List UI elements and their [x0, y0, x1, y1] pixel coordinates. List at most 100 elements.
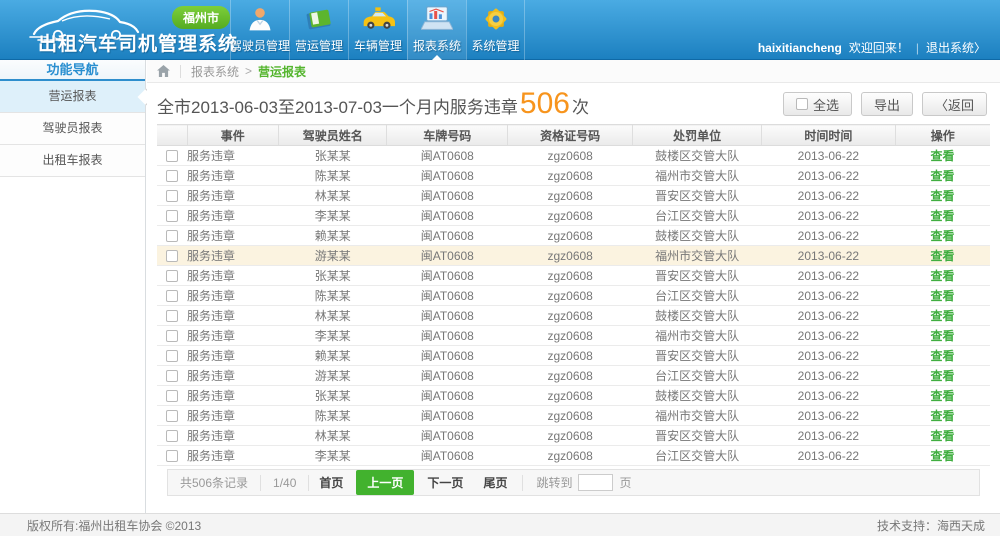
row-checkbox[interactable] [166, 410, 178, 422]
sidebar-item-driver-report[interactable]: 驾驶员报表 [0, 113, 145, 145]
event-cell: 服务违章 [187, 406, 279, 426]
table-row: 服务违章 张某某 闽AT0608 zgz0608 鼓楼区交管大队 2013-06… [157, 386, 990, 406]
event-cell: 服务违章 [187, 186, 279, 206]
date-cell: 2013-06-22 [762, 146, 895, 166]
event-cell: 服务违章 [187, 226, 279, 246]
export-button[interactable]: 导出 [861, 92, 913, 116]
nav-report-system[interactable]: 报表系统 [407, 0, 466, 60]
row-checkbox[interactable] [166, 250, 178, 262]
row-checkbox[interactable] [166, 370, 178, 382]
gear-icon [482, 1, 510, 37]
first-page-button[interactable]: 首页 [309, 474, 353, 491]
event-cell: 服务违章 [187, 166, 279, 186]
row-checkbox[interactable] [166, 290, 178, 302]
copyright-text: 版权所有:福州出租车协会 ©2013 [27, 517, 201, 534]
unit-cell: 台江区交管大队 [633, 446, 762, 466]
nav-vehicle-management[interactable]: 车辆管理 [348, 0, 407, 60]
driver-name-cell: 张某某 [279, 266, 387, 286]
view-link[interactable]: 查看 [930, 209, 954, 223]
view-link[interactable]: 查看 [930, 429, 954, 443]
jump-suffix: 页 [619, 474, 631, 491]
driver-name-cell: 陈某某 [279, 166, 387, 186]
column-punish-unit: 处罚单位 [633, 125, 762, 146]
unit-cell: 福州市交管大队 [633, 166, 762, 186]
support-text: 技术支持：海西天成 [877, 517, 985, 534]
cert-cell: zgz0608 [508, 346, 633, 366]
sidebar-title: 功能导航 [0, 60, 145, 81]
row-checkbox[interactable] [166, 230, 178, 242]
row-checkbox[interactable] [166, 170, 178, 182]
breadcrumb-section[interactable]: 报表系统 [191, 63, 239, 80]
view-link[interactable]: 查看 [930, 149, 954, 163]
driver-name-cell: 张某某 [279, 146, 387, 166]
cert-cell: zgz0608 [508, 226, 633, 246]
row-checkbox[interactable] [166, 310, 178, 322]
row-checkbox[interactable] [166, 210, 178, 222]
cert-cell: zgz0608 [508, 206, 633, 226]
driver-name-cell: 李某某 [279, 446, 387, 466]
jump-group: 跳转到 页 [522, 475, 631, 491]
row-checkbox[interactable] [166, 330, 178, 342]
checkbox-column-header [157, 125, 187, 146]
view-link[interactable]: 查看 [930, 409, 954, 423]
unit-cell: 晋安区交管大队 [633, 346, 762, 366]
sidebar-item-taxi-report[interactable]: 出租车报表 [0, 145, 145, 177]
view-link[interactable]: 查看 [930, 269, 954, 283]
top-header: 出租汽车司机管理系统 福州市 驾驶员管理 营运管理 车辆管理 报表系统 [0, 0, 1000, 60]
view-link[interactable]: 查看 [930, 369, 954, 383]
column-time: 时间时间 [762, 125, 895, 146]
view-link[interactable]: 查看 [930, 349, 954, 363]
view-link[interactable]: 查看 [930, 189, 954, 203]
logout-link[interactable]: 退出系统〉 [926, 39, 986, 56]
driver-name-cell: 陈某某 [279, 286, 387, 306]
nav-operation-management[interactable]: 营运管理 [289, 0, 348, 60]
select-all-checkbox[interactable] [796, 98, 808, 110]
plate-cell: 闽AT0608 [387, 386, 508, 406]
event-cell: 服务违章 [187, 446, 279, 466]
row-checkbox[interactable] [166, 190, 178, 202]
row-checkbox[interactable] [166, 390, 178, 402]
date-cell: 2013-06-22 [762, 246, 895, 266]
nav-system-management[interactable]: 系统管理 [466, 0, 525, 60]
column-action: 操作 [895, 125, 990, 146]
last-page-button[interactable]: 尾页 [473, 474, 517, 491]
date-cell: 2013-06-22 [762, 346, 895, 366]
view-link[interactable]: 查看 [930, 329, 954, 343]
table-row: 服务违章 赖某某 闽AT0608 zgz0608 晋安区交管大队 2013-06… [157, 346, 990, 366]
taxi-icon [361, 1, 395, 37]
row-checkbox[interactable] [166, 270, 178, 282]
breadcrumb-separator: > [245, 64, 252, 78]
view-link[interactable]: 查看 [930, 289, 954, 303]
prev-page-button[interactable]: 上一页 [356, 470, 414, 495]
cert-cell: zgz0608 [508, 386, 633, 406]
date-cell: 2013-06-22 [762, 206, 895, 226]
nav-driver-management[interactable]: 驾驶员管理 [230, 0, 289, 60]
view-link[interactable]: 查看 [930, 449, 954, 463]
date-cell: 2013-06-22 [762, 326, 895, 346]
row-checkbox[interactable] [166, 450, 178, 462]
view-link[interactable]: 查看 [930, 309, 954, 323]
date-cell: 2013-06-22 [762, 266, 895, 286]
row-checkbox[interactable] [166, 430, 178, 442]
sidebar-item-operation-report[interactable]: 营运报表 [0, 81, 145, 113]
select-all-button[interactable]: 全选 [783, 92, 852, 116]
view-link[interactable]: 查看 [930, 249, 954, 263]
table-row: 服务违章 张某某 闽AT0608 zgz0608 晋安区交管大队 2013-06… [157, 266, 990, 286]
view-link[interactable]: 查看 [930, 389, 954, 403]
event-cell: 服务违章 [187, 266, 279, 286]
jump-page-input[interactable] [578, 474, 613, 491]
row-checkbox[interactable] [166, 350, 178, 362]
table-row: 服务违章 陈某某 闽AT0608 zgz0608 福州市交管大队 2013-06… [157, 406, 990, 426]
cert-cell: zgz0608 [508, 446, 633, 466]
back-button[interactable]: 〈返回 [922, 92, 987, 116]
plate-cell: 闽AT0608 [387, 346, 508, 366]
event-cell: 服务违章 [187, 386, 279, 406]
unit-cell: 鼓楼区交管大队 [633, 386, 762, 406]
view-link[interactable]: 查看 [930, 229, 954, 243]
row-checkbox[interactable] [166, 150, 178, 162]
plate-cell: 闽AT0608 [387, 446, 508, 466]
view-link[interactable]: 查看 [930, 169, 954, 183]
plate-cell: 闽AT0608 [387, 306, 508, 326]
home-icon[interactable] [157, 65, 170, 77]
next-page-button[interactable]: 下一页 [417, 474, 473, 491]
